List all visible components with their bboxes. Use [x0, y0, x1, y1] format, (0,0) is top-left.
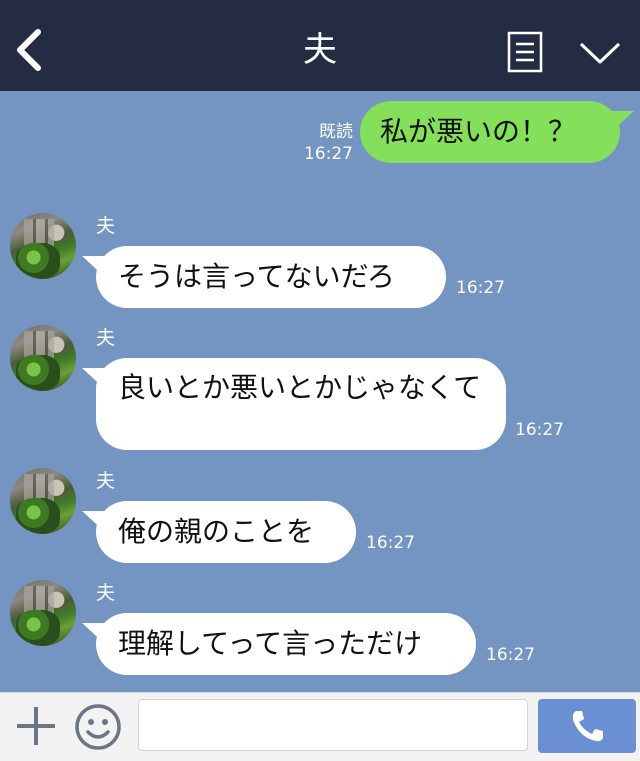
received-message-bubble[interactable]: 良いとか悪いとかじゃなくて	[82, 358, 506, 450]
message-time: 16:27	[456, 278, 505, 298]
chat-title: 夫	[303, 30, 337, 70]
sender-name: 夫	[96, 470, 116, 492]
message-input[interactable]	[138, 699, 528, 751]
message-time: 16:27	[515, 420, 564, 440]
phone-icon	[572, 711, 603, 742]
chat-area: 既読 16:27 私が悪いの！？ 夫 そうは言ってないだろ 16:27 夫 良い…	[0, 91, 640, 692]
message-time: 16:27	[486, 645, 535, 665]
avatar[interactable]	[10, 213, 76, 279]
sent-meta: 既読 16:27	[304, 121, 353, 165]
avatar[interactable]	[10, 580, 76, 646]
smile-icon[interactable]	[74, 703, 122, 751]
read-label: 既読	[319, 122, 353, 142]
menu-icon[interactable]	[507, 31, 543, 73]
sender-name: 夫	[96, 215, 116, 237]
received-message-bubble[interactable]: そうは言ってないだろ	[82, 246, 446, 308]
plus-icon[interactable]	[14, 703, 58, 749]
received-message-bubble[interactable]: 理解してって言っただけ	[82, 613, 476, 675]
chat-header: 夫	[0, 0, 640, 91]
avatar[interactable]	[10, 325, 76, 391]
composer-bar	[0, 692, 640, 761]
sent-message-bubble[interactable]: 私が悪いの！？	[360, 101, 634, 163]
sender-name: 夫	[96, 327, 116, 349]
chevron-down-icon[interactable]	[578, 38, 622, 68]
message-time: 16:27	[366, 533, 415, 553]
avatar[interactable]	[10, 468, 76, 534]
call-button[interactable]	[538, 699, 636, 753]
received-message-bubble[interactable]: 俺の親のことを	[82, 501, 356, 563]
sender-name: 夫	[96, 582, 116, 604]
sent-time: 16:27	[304, 144, 353, 164]
